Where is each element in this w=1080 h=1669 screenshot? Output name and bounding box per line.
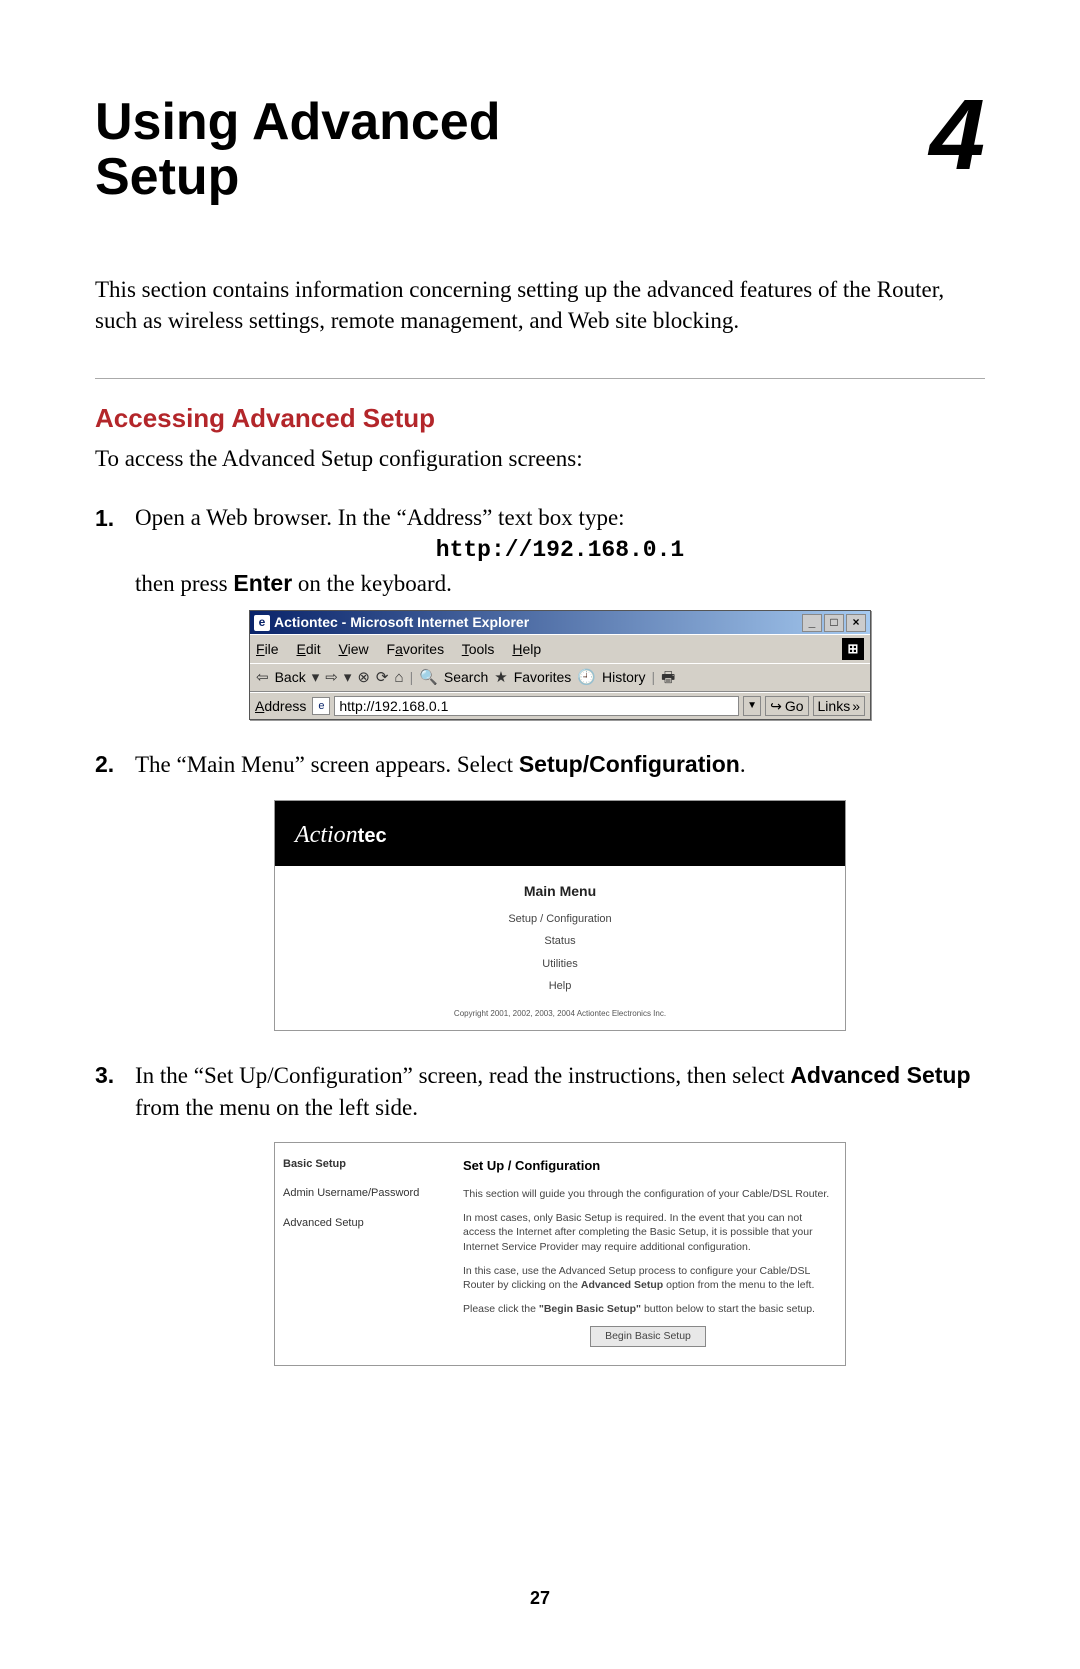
home-icon[interactable]: ⌂ [395, 667, 404, 688]
sidebar-item-advanced-setup[interactable]: Advanced Setup [283, 1216, 443, 1231]
address-dropdown-icon[interactable]: ▼ [743, 696, 761, 716]
chapter-header: Using Advanced Setup 4 [95, 95, 985, 204]
address-input[interactable]: http://192.168.0.1 [334, 696, 739, 716]
step2-text: The “Main Menu” screen appears. Select S… [135, 752, 746, 777]
step-1: 1. Open a Web browser. In the “Address” … [95, 502, 985, 720]
ie-toolbar: ⇦ Back ▾ ⇨ ▾ ⊗ ⟳ ⌂ | 🔍 Search ★ [250, 663, 870, 692]
step-2: 2. The “Main Menu” screen appears. Selec… [95, 748, 985, 1030]
link-setup-configuration[interactable]: Setup / Configuration [275, 912, 845, 927]
link-help[interactable]: Help [275, 979, 845, 994]
history-button[interactable]: History [602, 668, 646, 688]
step1-text-a: Open a Web browser. In the “Address” tex… [135, 505, 625, 530]
stop-icon[interactable]: ⊗ [357, 667, 370, 688]
figure-actiontec-menu: Actiontec Main Menu Setup / Configuratio… [274, 800, 846, 1031]
ie-address-bar: Address e http://192.168.0.1 ▼ ↪Go Links… [250, 692, 870, 719]
forward-dropdown-icon[interactable]: ▾ [344, 667, 352, 688]
menu-tools[interactable]: Tools [462, 641, 495, 657]
sidebar-item-admin[interactable]: Admin Username/Password [283, 1186, 443, 1201]
links-button[interactable]: Links » [813, 696, 865, 716]
menu-view[interactable]: View [339, 641, 369, 657]
config-p2: In most cases, only Basic Setup is requi… [463, 1211, 833, 1254]
menu-favorites[interactable]: Favorites [387, 641, 445, 657]
actiontec-logo: Actiontec [295, 822, 387, 848]
intro-paragraph: This section contains information concer… [95, 274, 985, 336]
section-heading: Accessing Advanced Setup [95, 403, 985, 434]
maximize-button[interactable]: □ [824, 614, 844, 632]
config-p3: In this case, use the Advanced Setup pro… [463, 1264, 833, 1292]
sidebar-item-basic-setup[interactable]: Basic Setup [283, 1157, 443, 1172]
begin-basic-setup-button[interactable]: Begin Basic Setup [590, 1326, 706, 1347]
toolbar-separator-2: | [652, 668, 656, 688]
search-icon[interactable]: 🔍 [419, 667, 438, 688]
step-3: 3. In the “Set Up/Configuration” screen,… [95, 1059, 985, 1366]
chapter-title-line2: Setup [95, 148, 239, 206]
forward-icon[interactable]: ⇨ [325, 667, 338, 688]
step1-code: http://192.168.0.1 [135, 534, 985, 566]
back-button[interactable]: Back [275, 668, 306, 688]
page-number: 27 [0, 1588, 1080, 1609]
main-menu-title: Main Menu [275, 882, 845, 902]
back-dropdown-icon[interactable]: ▾ [312, 667, 320, 688]
ie-menubar: File Edit View Favorites Tools Help ⊞ [250, 634, 870, 663]
chapter-number: 4 [929, 90, 985, 180]
go-icon: ↪ [770, 697, 782, 717]
figure-configuration-screen: Basic Setup Admin Username/Password Adva… [274, 1142, 846, 1366]
chevron-right-icon: » [852, 697, 860, 717]
favorites-icon[interactable]: ★ [494, 667, 507, 688]
toolbar-separator: | [410, 668, 414, 688]
actiontec-header: Actiontec [275, 801, 845, 867]
step1-text-b: then press Enter on the keyboard. [135, 571, 452, 596]
close-button[interactable]: × [846, 614, 866, 632]
history-icon[interactable]: 🕘 [577, 667, 596, 688]
ie-titlebar: e Actiontec - Microsoft Internet Explore… [250, 611, 870, 635]
page-icon: e [312, 697, 330, 715]
ie-brand-icon: ⊞ [842, 638, 864, 660]
menu-edit[interactable]: Edit [296, 641, 320, 657]
back-icon[interactable]: ⇦ [256, 667, 269, 688]
print-icon[interactable]: 🖶 [661, 667, 675, 688]
step-number: 2. [95, 748, 135, 1030]
menu-file[interactable]: File [256, 641, 279, 657]
step-number: 3. [95, 1059, 135, 1366]
copyright-text: Copyright 2001, 2002, 2003, 2004 Actiont… [275, 1008, 845, 1019]
minimize-button[interactable]: _ [802, 614, 822, 632]
link-status[interactable]: Status [275, 934, 845, 949]
config-title: Set Up / Configuration [463, 1157, 833, 1175]
refresh-icon[interactable]: ⟳ [376, 667, 389, 688]
chapter-title-line1: Using Advanced [95, 93, 501, 151]
address-label: Address [255, 697, 306, 717]
config-p1: This section will guide you through the … [463, 1187, 833, 1201]
link-utilities[interactable]: Utilities [275, 957, 845, 972]
chapter-title: Using Advanced Setup [95, 95, 501, 204]
figure-ie-browser: e Actiontec - Microsoft Internet Explore… [249, 610, 871, 721]
section-subheading: To access the Advanced Setup configurati… [95, 446, 985, 472]
menu-help[interactable]: Help [512, 641, 541, 657]
step-number: 1. [95, 502, 135, 720]
ie-window-title: Actiontec - Microsoft Internet Explorer [274, 613, 529, 633]
favorites-button[interactable]: Favorites [514, 668, 572, 688]
step3-text: In the “Set Up/Configuration” screen, re… [135, 1063, 971, 1120]
config-p4: Please click the "Begin Basic Setup" but… [463, 1302, 833, 1316]
search-button[interactable]: Search [444, 668, 488, 688]
config-sidebar: Basic Setup Admin Username/Password Adva… [275, 1143, 451, 1365]
divider [95, 378, 985, 379]
go-button[interactable]: ↪Go [765, 696, 808, 716]
ie-app-icon: e [254, 615, 270, 631]
